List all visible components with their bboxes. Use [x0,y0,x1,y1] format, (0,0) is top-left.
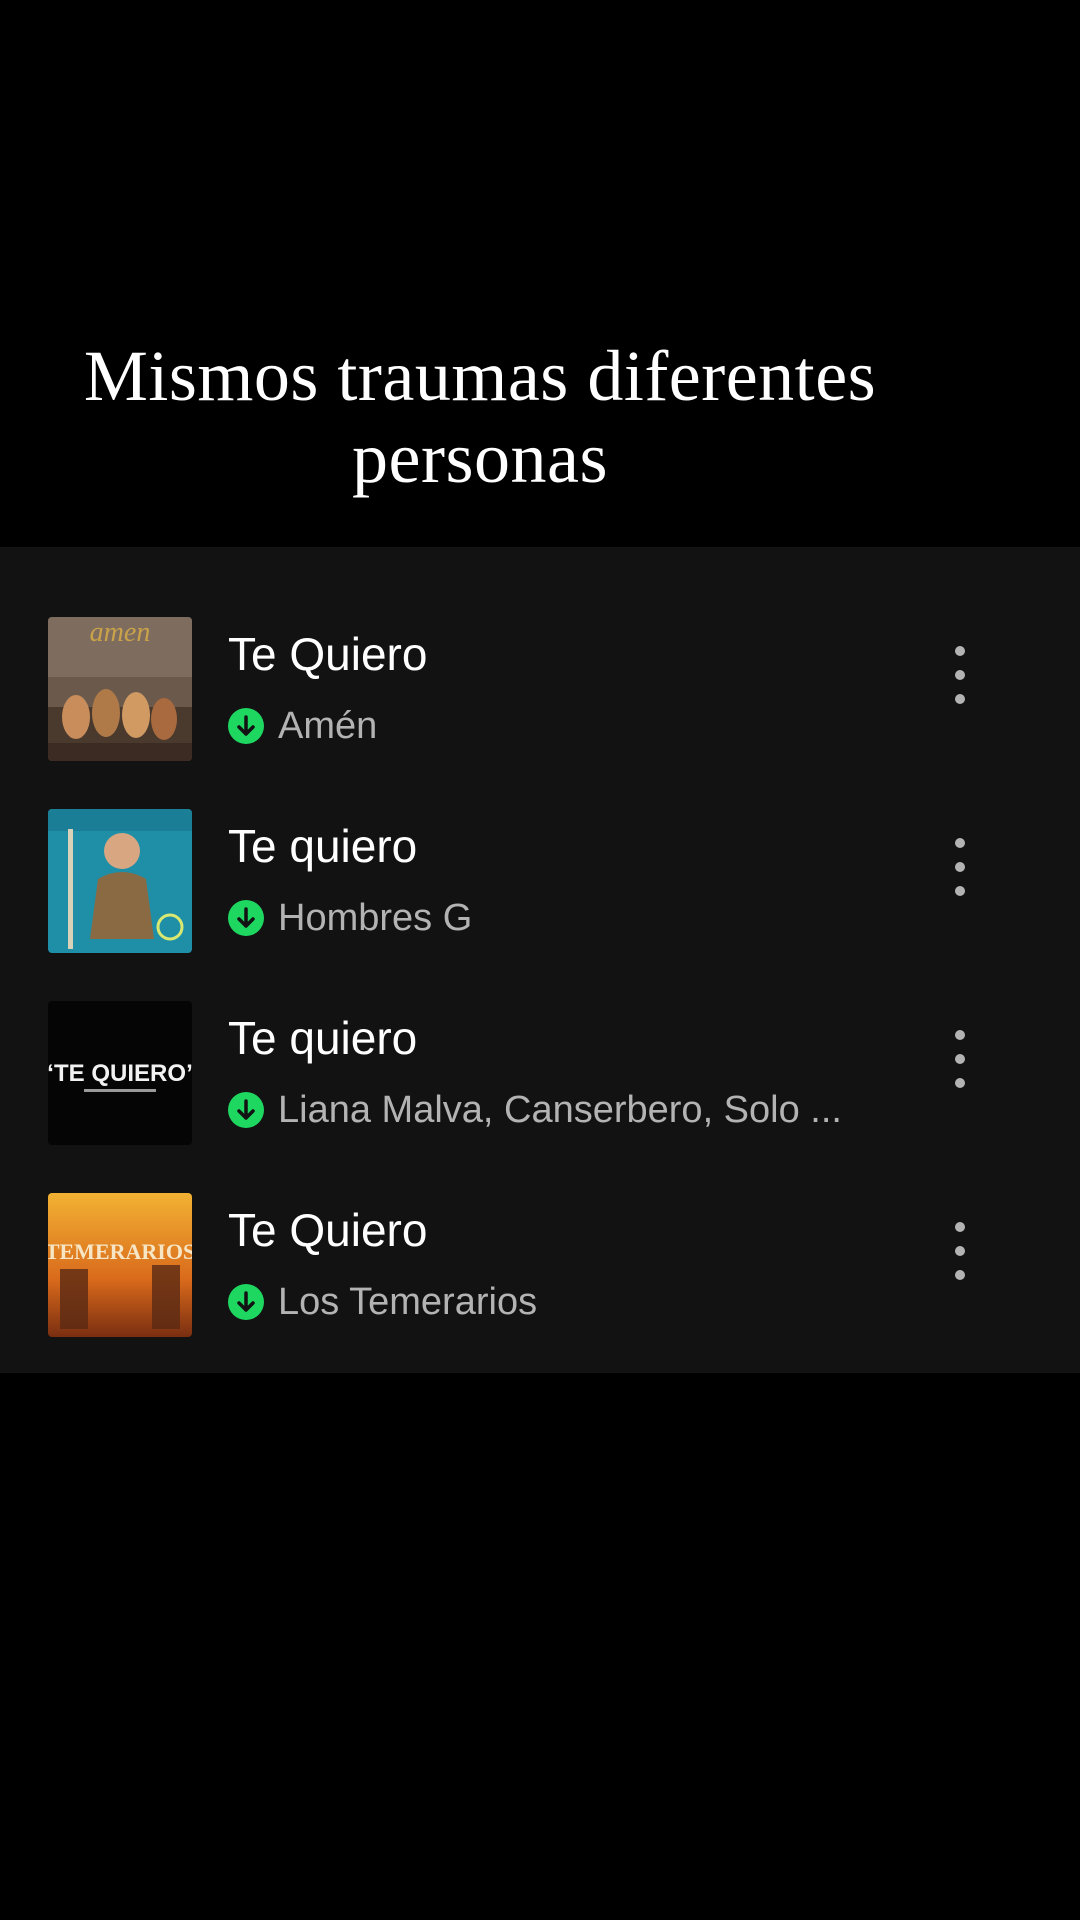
track-list: amen Te Quiero Amén Te quiero Hombres G … [0,547,1080,1373]
caption-overlay: Mismos traumas diferentes personas [40,335,920,499]
track-artist: Amén [278,705,378,747]
album-cover-amen: amen [48,617,192,761]
track-meta: Los Temerarios [228,1274,537,1330]
track-title: Te quiero [228,820,418,872]
more-options-icon[interactable] [935,1222,985,1302]
track-title: Te Quiero [228,1204,428,1256]
more-options-icon[interactable] [935,1030,985,1110]
more-options-icon[interactable] [935,646,985,726]
downloaded-icon [228,900,264,936]
caption-line-2: personas [352,418,608,498]
track-artist: Hombres G [278,897,473,939]
downloaded-icon [228,1284,264,1320]
cover-text: TEMERARIOS [48,1239,192,1264]
downloaded-icon [228,1092,264,1128]
album-cover-los-temerarios: TEMERARIOS [48,1193,192,1337]
track-meta: Amén [228,698,377,754]
downloaded-icon [228,708,264,744]
track-artist: Liana Malva, Canserbero, Solo ... [278,1089,842,1131]
track-title: Te quiero [228,1012,418,1064]
caption-line-1: Mismos traumas diferentes [83,336,877,416]
album-cover-hombres-g [48,809,192,953]
track-row[interactable]: “TE QUIERO” Te quiero Liana Malva, Canse… [0,990,1080,1145]
more-options-icon[interactable] [935,838,985,918]
track-row[interactable]: Te quiero Hombres G [0,798,1080,953]
svg-text:amen: amen [90,617,151,648]
track-title: Te Quiero [228,628,428,680]
track-row[interactable]: TEMERARIOS Te Quiero Los Temerarios [0,1182,1080,1337]
album-cover-te-quiero: “TE QUIERO” [48,1001,192,1145]
track-row[interactable]: amen Te Quiero Amén [0,606,1080,761]
track-artist: Los Temerarios [278,1281,538,1323]
track-meta: Hombres G [228,890,472,946]
cover-text: “TE QUIERO” [48,1060,192,1087]
track-meta: Liana Malva, Canserbero, Solo ... [228,1082,842,1138]
